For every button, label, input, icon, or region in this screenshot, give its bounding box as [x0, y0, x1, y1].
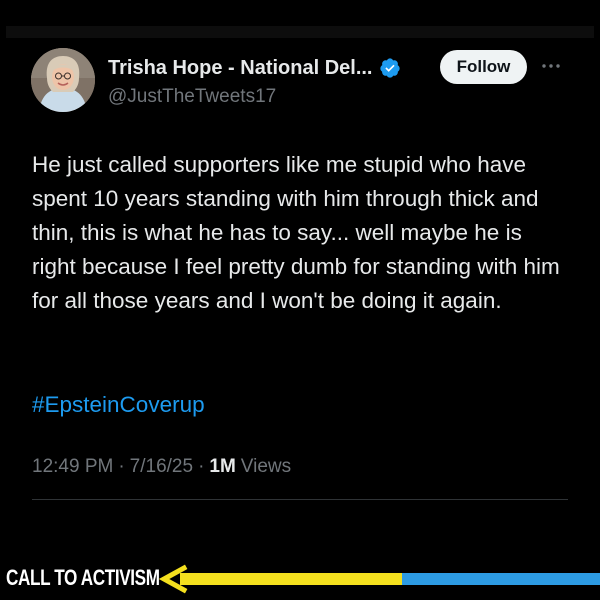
tweet-date[interactable]: 7/16/25	[130, 456, 193, 478]
meta-separator: ·	[118, 456, 125, 477]
tweet-time[interactable]: 12:49 PM	[32, 456, 113, 478]
tweet-meta: 12:49 PM · 7/16/25 · 1M Views	[32, 456, 291, 478]
author-display-name[interactable]: Trisha Hope - National Del...	[108, 57, 373, 80]
left-arrow-icon	[158, 564, 600, 594]
more-dots-icon[interactable]	[540, 58, 562, 74]
banner-text: CALL TO ACTIVISM	[6, 565, 160, 590]
tweet-divider	[32, 499, 568, 500]
follow-button[interactable]: Follow	[440, 50, 527, 84]
top-divider-strip	[6, 26, 594, 38]
avatar[interactable]	[31, 48, 95, 112]
tweet-text: He just called supporters like me stupid…	[32, 152, 560, 313]
views-label: Views	[240, 456, 292, 477]
profile-photo-icon	[31, 48, 95, 112]
author-name-row: Trisha Hope - National Del...	[108, 55, 401, 81]
hashtag-link[interactable]: #EpsteinCoverup	[32, 388, 205, 422]
verified-badge-icon	[379, 58, 400, 78]
meta-separator: ·	[198, 456, 205, 477]
views-count: 1M	[209, 456, 236, 477]
author-handle[interactable]: @JustTheTweets17	[108, 86, 276, 108]
